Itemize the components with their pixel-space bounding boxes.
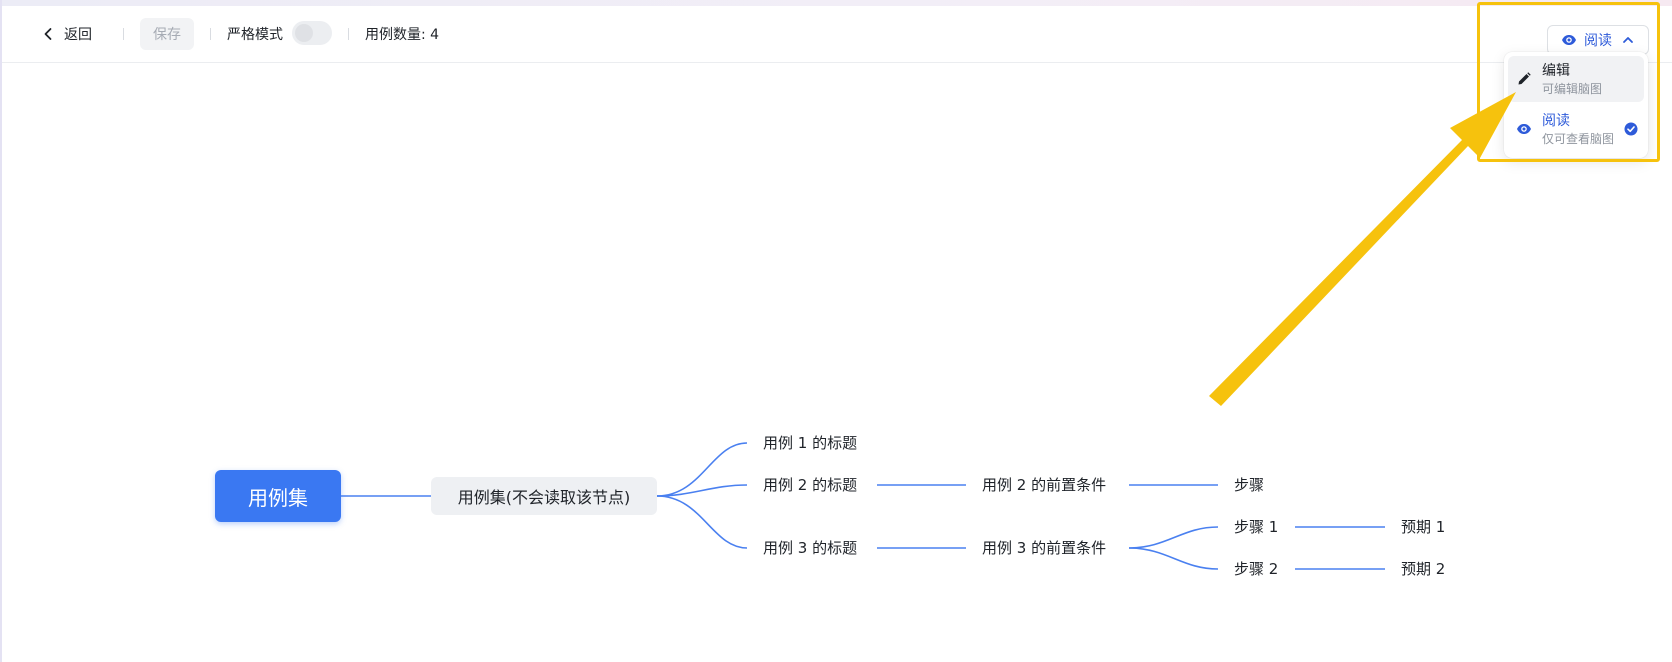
case3-precondition-node[interactable]: 用例 3 的前置条件 bbox=[982, 538, 1106, 558]
app-window: 返回 保存 严格模式 用例数量: 4 阅读 编辑 可编辑脑图 阅读 仅可查看脑图… bbox=[0, 0, 1672, 662]
case3-title-node[interactable]: 用例 3 的标题 bbox=[763, 538, 857, 558]
connector-line bbox=[1128, 547, 1219, 570]
connector-line bbox=[656, 442, 748, 497]
mindmap-root-node[interactable]: 用例集 bbox=[215, 470, 341, 522]
case1-title-node[interactable]: 用例 1 的标题 bbox=[763, 433, 857, 453]
connector-line bbox=[1128, 526, 1219, 549]
case3-step2-node[interactable]: 步骤 2 bbox=[1234, 559, 1278, 579]
case2-step-node[interactable]: 步骤 bbox=[1234, 475, 1264, 495]
connector-line bbox=[656, 495, 748, 549]
case3-step1-node[interactable]: 步骤 1 bbox=[1234, 517, 1278, 537]
case2-precondition-node[interactable]: 用例 2 的前置条件 bbox=[982, 475, 1106, 495]
case2-title-node[interactable]: 用例 2 的标题 bbox=[763, 475, 857, 495]
mindmap-level1-node[interactable]: 用例集(不会读取该节点) bbox=[431, 477, 657, 515]
case3-expect1-node[interactable]: 预期 1 bbox=[1401, 517, 1445, 537]
case3-expect2-node[interactable]: 预期 2 bbox=[1401, 559, 1445, 579]
